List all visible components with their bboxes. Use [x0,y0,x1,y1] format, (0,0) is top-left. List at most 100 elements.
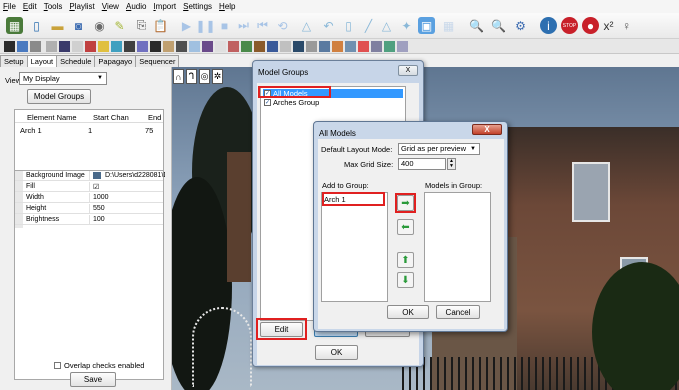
undo-icon[interactable]: ↶ [320,17,337,34]
formula-icon[interactable]: x² [600,17,617,34]
column-end-chan[interactable]: End C [148,113,163,122]
effect-icon[interactable] [202,41,213,52]
open-folder-icon[interactable]: ▬ [49,17,66,34]
lightbulb-icon[interactable]: ♀ [618,17,635,34]
warning-icon[interactable]: △ [298,17,315,34]
effect-icon[interactable] [163,41,174,52]
loop-icon[interactable]: ⟲ [274,17,291,34]
record-icon[interactable]: ● [582,17,599,34]
column-start-chan[interactable]: Start Chan [93,113,129,122]
menu-import[interactable]: Import [153,2,176,11]
effect-icon[interactable] [254,41,265,52]
effect-icon[interactable] [176,41,187,52]
property-value[interactable]: 100 [93,216,165,223]
property-value[interactable]: 550 [93,205,165,212]
candy-cane-icon[interactable]: ᒉ [186,69,197,84]
effect-icon[interactable] [371,41,382,52]
close-icon[interactable]: X [398,65,418,76]
move-up-icon[interactable]: ⬆ [397,252,414,268]
save-icon[interactable]: ◙ [70,17,87,34]
cancel-button[interactable]: Cancel [436,305,480,319]
effect-icon[interactable] [72,41,83,52]
fill-checkbox[interactable]: ☑ [93,183,165,191]
effect-icon[interactable] [137,41,148,52]
effect-icon[interactable] [267,41,278,52]
stop-sign-icon[interactable]: STOP [561,17,578,34]
tab-schedule[interactable]: Schedule [56,55,96,67]
model-groups-button[interactable]: Model Groups [27,89,91,104]
effect-icon[interactable] [215,41,226,52]
star-icon[interactable]: ✦ [398,17,415,34]
property-row[interactable]: Brightness 100 [15,215,163,225]
save-as-icon[interactable]: ◉ [91,17,108,34]
effect-icon[interactable] [293,41,304,52]
effect-icon[interactable] [332,41,343,52]
effect-icon[interactable] [306,41,317,52]
effect-icon[interactable] [358,41,369,52]
menu-file[interactable]: File [3,2,16,11]
save-button[interactable]: Save [70,372,116,387]
effect-icon[interactable] [46,41,57,52]
pencil-icon[interactable]: ╱ [360,17,377,34]
list-item[interactable]: Arch 1 1 75 [15,125,163,136]
effect-icon[interactable] [189,41,200,52]
move-left-icon[interactable]: ⬅ [397,219,414,235]
stop-icon[interactable]: ■ [216,17,233,34]
gear-icon[interactable]: ⚙ [512,17,529,34]
tab-papagayo[interactable]: Papagayo [94,55,137,67]
effect-icon[interactable] [85,41,96,52]
effect-icon[interactable] [397,41,408,52]
models-in-group-list[interactable] [424,192,491,302]
effect-icon[interactable] [30,41,41,52]
copy-icon[interactable]: ⎘ [133,17,150,34]
add-to-group-list[interactable]: Arch 1 [321,192,388,302]
play-icon[interactable]: ▶ [178,17,195,34]
menu-settings[interactable]: Settings [183,2,212,11]
effect-icon[interactable] [319,41,330,52]
pause-icon[interactable]: ❚❚ [195,17,215,34]
list-item[interactable]: ✓ Arches Group [263,98,319,107]
render-icon[interactable]: ✎ [111,17,128,34]
property-value[interactable]: 1000 [93,194,165,201]
grid-icon[interactable]: ▦ [440,17,457,34]
checkbox[interactable]: ✓ [264,99,271,106]
effect-icon[interactable] [241,41,252,52]
effect-icon[interactable] [384,41,395,52]
zoom-out-icon[interactable]: 🔍 [490,17,507,34]
menu-view[interactable]: View [102,2,119,11]
menu-help[interactable]: Help [219,2,235,11]
effect-icon[interactable] [17,41,28,52]
effect-icon[interactable] [111,41,122,52]
bar-icon[interactable]: ▯ [340,17,357,34]
tab-sequencer[interactable]: Sequencer [135,55,180,67]
effect-icon[interactable] [124,41,135,52]
property-row[interactable]: Fill ☑ [15,182,163,192]
new-icon[interactable]: ▦ [6,17,23,34]
effect-icon[interactable] [280,41,291,52]
skip-end-icon[interactable]: ⏭ [235,17,252,34]
effect-icon[interactable] [345,41,356,52]
overlap-checkbox[interactable] [54,362,61,369]
property-row[interactable]: Background Image D:\Users\d228081\De [15,171,165,181]
close-icon[interactable]: X [472,124,502,135]
info-icon[interactable]: i [540,17,557,34]
move-down-icon[interactable]: ⬇ [397,272,414,288]
column-element-name[interactable]: Element Name [27,113,77,122]
skip-start-icon[interactable]: ⏮ [254,17,271,34]
grid-size-spinner[interactable]: ▲ ▼ [447,158,456,170]
ok-button[interactable]: OK [315,345,358,360]
star-tool-icon[interactable]: ✲ [212,69,223,84]
property-row[interactable]: Height 550 [15,204,163,214]
tab-setup[interactable]: Setup [0,55,28,67]
paste-icon[interactable]: 📋 [152,17,169,34]
grid-size-input[interactable]: 400 [398,158,446,170]
effect-icon[interactable] [59,41,70,52]
menu-tools[interactable]: Tools [44,2,63,11]
menu-playlist[interactable]: Playlist [69,2,94,11]
view-select[interactable]: My Display ▼ [19,72,107,85]
overlap-checkbox-row[interactable]: Overlap checks enabled [54,361,144,370]
menu-audio[interactable]: Audio [126,2,146,11]
tab-layout[interactable]: Layout [26,55,58,67]
circle-tool-icon[interactable]: ◎ [199,69,210,84]
ok-button[interactable]: OK [387,305,429,319]
